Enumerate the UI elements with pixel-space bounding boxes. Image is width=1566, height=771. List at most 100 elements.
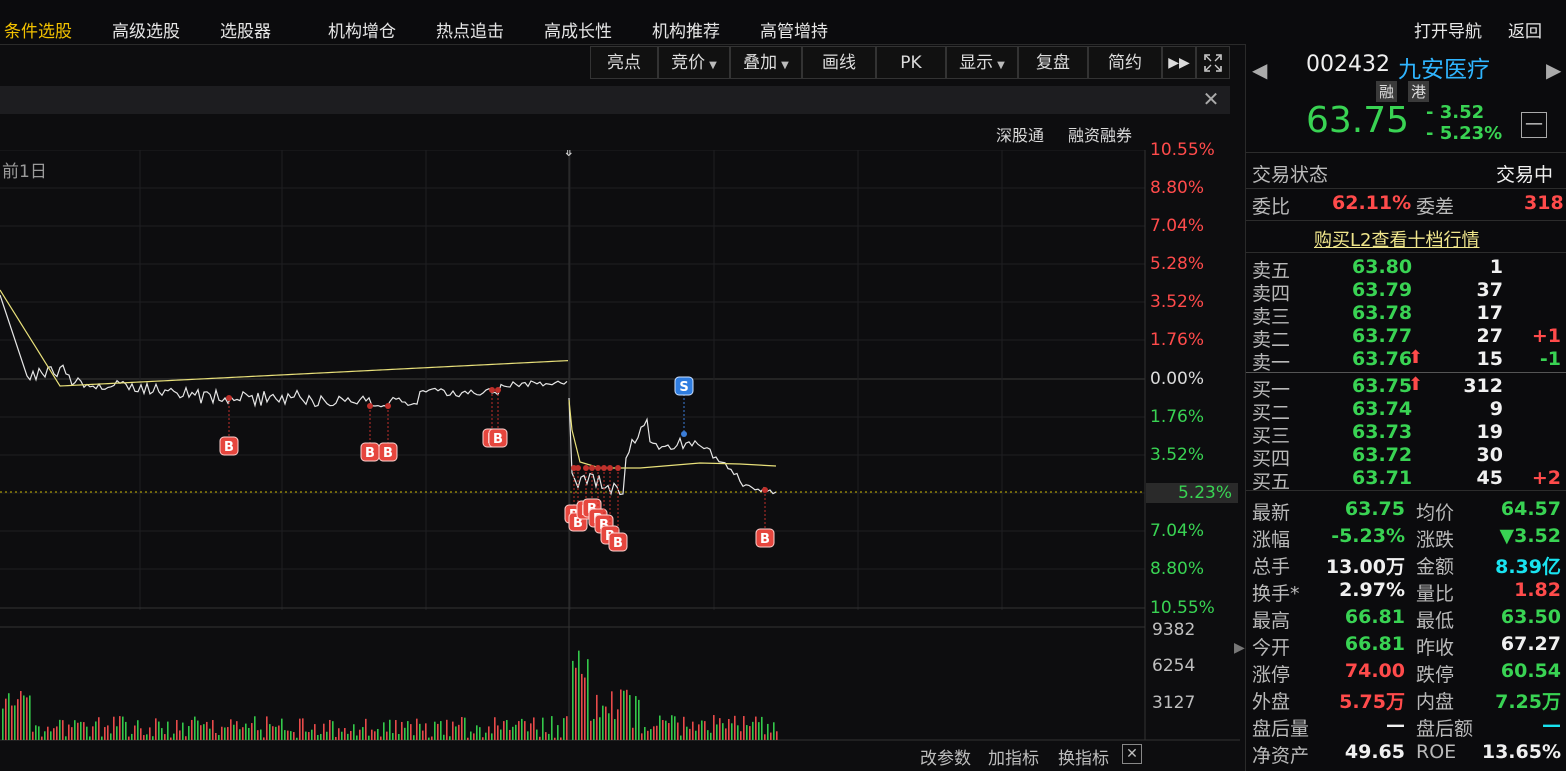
volume-bar bbox=[92, 726, 94, 740]
order-level-row[interactable]: 买一 63.75 ⬆ 312 bbox=[1246, 374, 1566, 401]
volume-bar bbox=[167, 721, 169, 740]
volume-bar bbox=[230, 719, 232, 740]
nav-item-exec-increase[interactable]: 高管增持 bbox=[760, 17, 828, 42]
volume-bar bbox=[503, 721, 505, 740]
next-stock-arrow-icon[interactable]: ▶ bbox=[1546, 58, 1561, 82]
nav-item-hotspot[interactable]: 热点追击 bbox=[436, 17, 504, 42]
volume-bar bbox=[371, 729, 373, 740]
switch-indicator-button[interactable]: 换指标 bbox=[1058, 744, 1109, 769]
marker-dot bbox=[589, 465, 595, 471]
volume-bar bbox=[386, 731, 388, 740]
add-indicator-button[interactable]: 加指标 bbox=[988, 744, 1039, 769]
l2-purchase-link[interactable]: 购买L2查看十档行情 bbox=[1314, 226, 1479, 252]
volume-bar bbox=[305, 731, 307, 740]
quote-panel: ◀ 002432 九安医疗 ▶ 融 港 63.75 - 3.52 - 5.23%… bbox=[1245, 44, 1566, 771]
order-level-row[interactable]: 买二 63.74 9 bbox=[1246, 398, 1566, 424]
replay-button[interactable]: 复盘 bbox=[1018, 46, 1088, 79]
prev-day-label: 前1日 bbox=[2, 162, 47, 182]
order-level-row[interactable]: 买五 63.71 45 +2 bbox=[1246, 467, 1566, 493]
nav-item-conditional-pick[interactable]: 条件选股 bbox=[4, 17, 72, 42]
hk-connect-link[interactable]: 深股通 bbox=[996, 122, 1044, 146]
volume-bar bbox=[224, 727, 226, 740]
overlay-dropdown[interactable]: 叠加 ▼ bbox=[730, 46, 802, 79]
order-level-row[interactable]: 卖五 63.80 1 bbox=[1246, 256, 1566, 282]
auction-dropdown[interactable]: 竞价 ▼ bbox=[658, 46, 730, 79]
prev-stock-arrow-icon[interactable]: ◀ bbox=[1252, 58, 1267, 82]
volume-bar bbox=[743, 716, 745, 740]
volume-bar bbox=[608, 713, 610, 740]
simple-mode-button[interactable]: 简约 bbox=[1088, 46, 1162, 79]
volume-bar bbox=[359, 729, 361, 740]
stock-name[interactable]: 九安医疗 bbox=[1398, 50, 1490, 84]
volume-bar bbox=[194, 716, 196, 740]
volume-axis-mid: 6254 bbox=[1152, 656, 1196, 676]
volume-bar bbox=[425, 723, 427, 740]
volume-bar bbox=[464, 717, 466, 740]
stat-row: 净资产 49.65 ROE 13.65% bbox=[1246, 741, 1566, 767]
edit-params-button[interactable]: 改参数 bbox=[920, 744, 971, 769]
intraday-chart[interactable]: ⇕ BBBBBBBBBBBBBBS bbox=[0, 150, 1240, 770]
level-volume: 19 bbox=[1476, 421, 1503, 443]
volume-bar bbox=[362, 727, 364, 740]
volume-bar bbox=[626, 689, 628, 740]
stat-row: 今开 66.81 昨收 67.27 bbox=[1246, 633, 1566, 659]
volume-bar bbox=[308, 732, 310, 740]
open-nav-button[interactable]: 打开导航 bbox=[1414, 17, 1482, 42]
nav-item-high-growth[interactable]: 高成长性 bbox=[544, 17, 612, 42]
nav-item-institution-increase[interactable]: 机构增仓 bbox=[328, 17, 396, 42]
volume-bar bbox=[233, 724, 235, 740]
margin-trading-link[interactable]: 融资融券 bbox=[1068, 122, 1132, 146]
price-axis-label: 8.80% bbox=[1150, 178, 1205, 198]
display-dropdown[interactable]: 显示 ▼ bbox=[946, 46, 1018, 79]
volume-bar bbox=[521, 718, 523, 740]
nav-item-stock-screener[interactable]: 选股器 bbox=[220, 17, 271, 42]
volume-bar bbox=[647, 730, 649, 740]
weicha-value: 318 bbox=[1524, 192, 1564, 214]
order-level-row[interactable]: 买四 63.72 30 bbox=[1246, 444, 1566, 470]
more-arrow-icon[interactable]: ▶▶ bbox=[1162, 46, 1196, 79]
volume-bar bbox=[746, 725, 748, 740]
margin-tag: 融 bbox=[1376, 81, 1398, 102]
close-indicator-icon[interactable]: ✕ bbox=[1122, 744, 1142, 764]
order-level-row[interactable]: 卖二 63.77 27 +1 bbox=[1246, 325, 1566, 351]
volume-bar bbox=[590, 720, 592, 740]
stat-label: 最低 bbox=[1416, 610, 1455, 632]
volume-bar bbox=[20, 690, 22, 740]
volume-bar bbox=[164, 734, 166, 740]
minimize-icon[interactable]: — bbox=[1521, 112, 1547, 138]
volume-bar bbox=[551, 716, 553, 740]
nav-item-institution-recommend[interactable]: 机构推荐 bbox=[652, 17, 720, 42]
volume-bar bbox=[47, 726, 49, 740]
volume-bar bbox=[473, 733, 475, 740]
fullscreen-icon[interactable] bbox=[1196, 46, 1230, 79]
volume-bar bbox=[542, 717, 544, 740]
nav-item-advanced-pick[interactable]: 高级选股 bbox=[112, 17, 180, 42]
order-level-row[interactable]: 买三 63.73 19 bbox=[1246, 421, 1566, 447]
order-level-row[interactable]: 卖三 63.78 17 bbox=[1246, 302, 1566, 328]
level-volume: 37 bbox=[1476, 279, 1503, 301]
volume-bar bbox=[617, 709, 619, 740]
volume-bar bbox=[548, 733, 550, 740]
volume-bar bbox=[314, 724, 316, 740]
replay-label: 复盘 bbox=[1036, 53, 1070, 73]
back-button[interactable]: 返回 bbox=[1508, 17, 1542, 42]
volume-bar bbox=[11, 705, 13, 740]
close-icon[interactable]: ✕ bbox=[1200, 88, 1222, 110]
pk-button[interactable]: PK bbox=[876, 46, 946, 79]
level-price: 63.80 bbox=[1352, 256, 1413, 278]
volume-bar bbox=[491, 733, 493, 740]
collapse-arrow-icon[interactable]: ▶ bbox=[1234, 640, 1245, 656]
volume-bar bbox=[437, 723, 439, 740]
volume-bar bbox=[410, 724, 412, 740]
volume-bar bbox=[332, 721, 334, 740]
volume-bar bbox=[644, 727, 646, 740]
highlight-button[interactable]: 亮点 bbox=[590, 46, 658, 79]
caret-down-icon: ▼ bbox=[781, 60, 789, 71]
order-level-row[interactable]: 卖四 63.79 37 bbox=[1246, 279, 1566, 305]
draw-line-button[interactable]: 画线 bbox=[802, 46, 876, 79]
level-price: 63.72 bbox=[1352, 444, 1413, 466]
order-level-row[interactable]: 卖一 63.76 ⬆ 15 -1 bbox=[1246, 347, 1566, 374]
volume-bar bbox=[506, 720, 508, 740]
volume-bar bbox=[764, 734, 766, 740]
stat-label: 盘后额 bbox=[1416, 718, 1474, 740]
